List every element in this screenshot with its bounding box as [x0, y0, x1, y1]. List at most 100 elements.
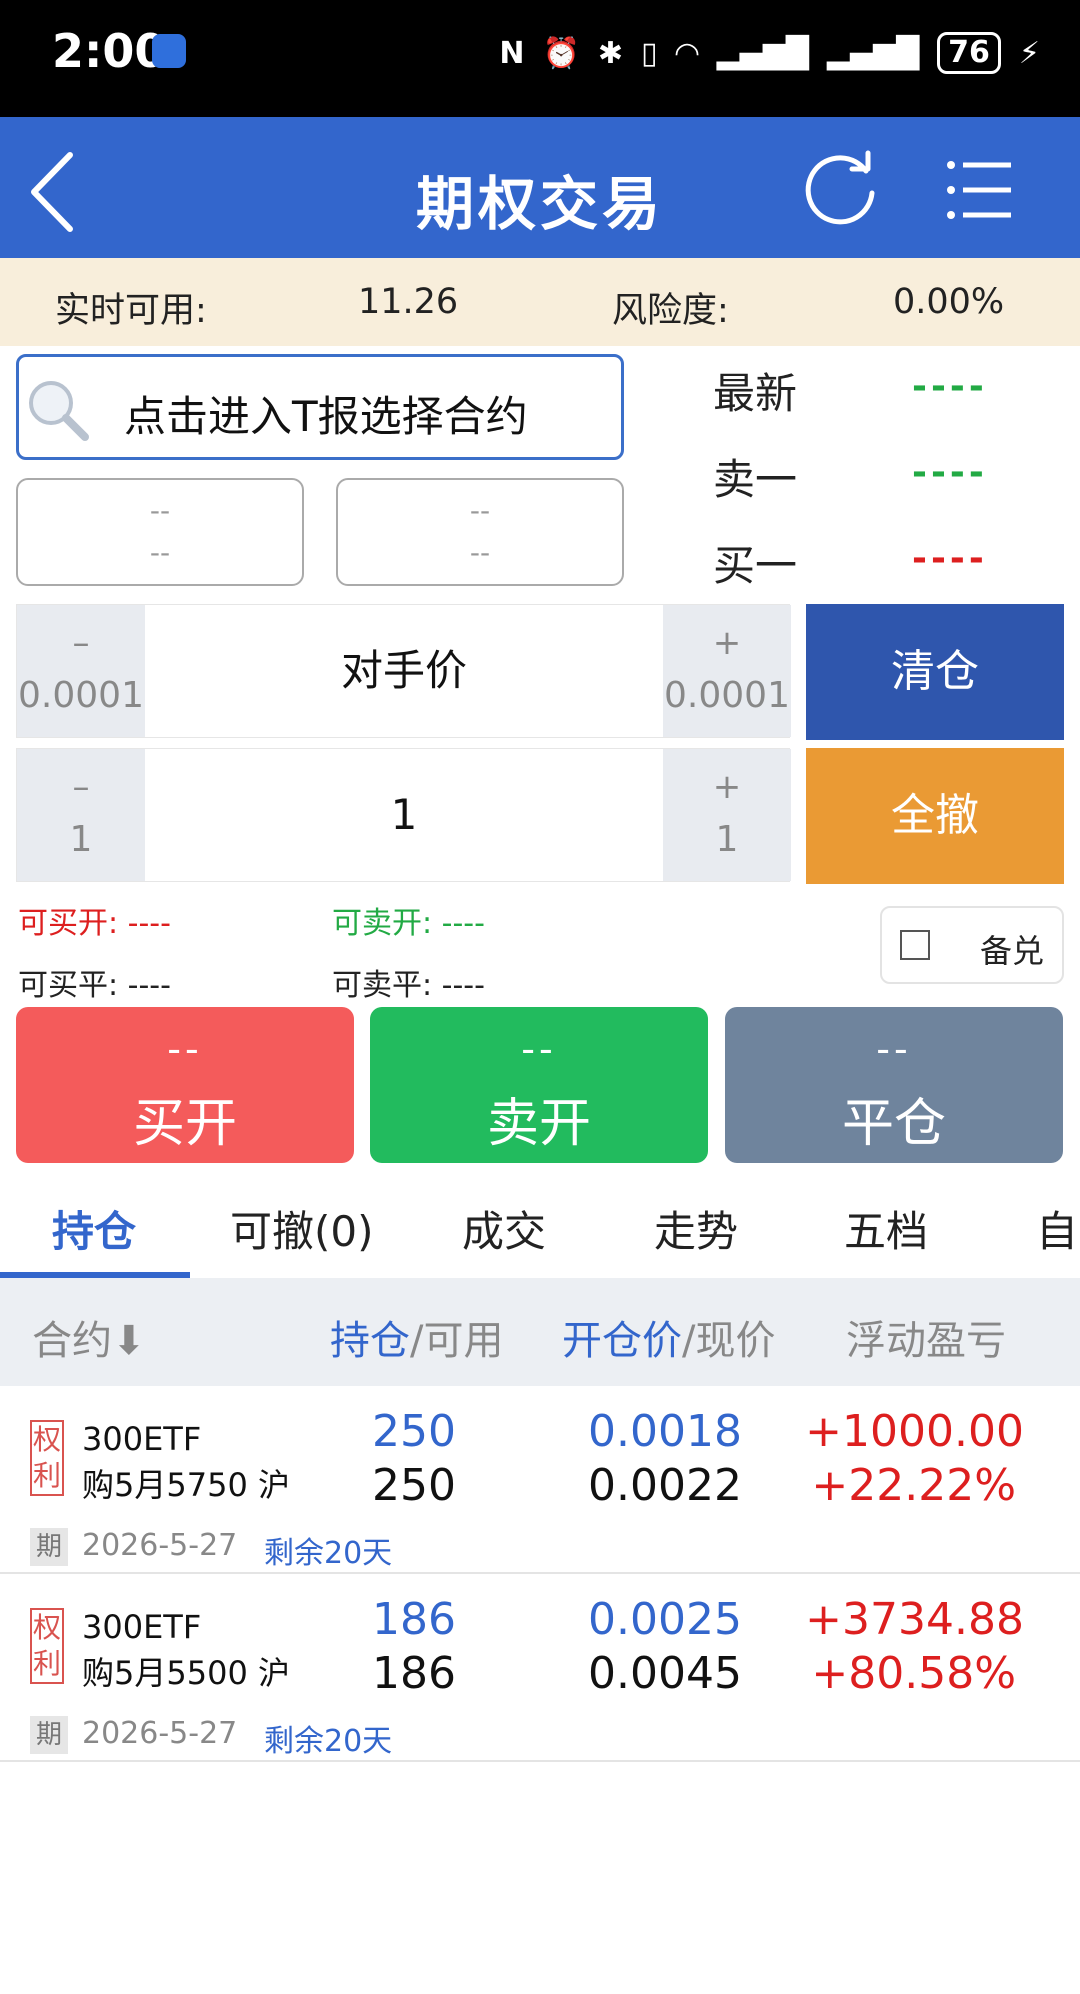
- clear-positions-button[interactable]: 清仓: [806, 604, 1064, 740]
- latest-price-value: ----: [912, 366, 988, 407]
- sort-arrow-icon: ⬇: [112, 1318, 146, 1364]
- buy-open-button[interactable]: -- 买开: [16, 1007, 354, 1163]
- search-icon: [29, 381, 89, 441]
- alarm-icon: ⏰: [542, 35, 580, 71]
- floating-pnl: +1000.00: [805, 1406, 1024, 1457]
- search-text: 点击进入T报选择合约: [124, 392, 528, 441]
- days-remaining: 剩余20天: [264, 1536, 393, 1571]
- ask1-value: ----: [912, 452, 988, 493]
- current-price: 0.0045: [588, 1648, 742, 1699]
- minus-icon: –: [72, 767, 90, 807]
- battery-indicator: 76: [937, 32, 1001, 74]
- rights-stamp-icon: 权利: [30, 1608, 64, 1684]
- floating-pnl-percent: +80.58%: [811, 1648, 1016, 1699]
- wifi-icon: ◠: [675, 35, 699, 71]
- tab-cancelable[interactable]: 可撤(0): [230, 1198, 374, 1259]
- sell-close-available: 可卖平: ----: [332, 968, 485, 1003]
- signal-icon: ▂▄▆█: [716, 35, 809, 71]
- tab-trades[interactable]: 成交: [462, 1198, 546, 1259]
- price-header-sub: /现价: [682, 1318, 776, 1364]
- app-notification-icon: [152, 34, 186, 68]
- quantity-increment-value: 1: [715, 819, 739, 860]
- quote-box-line1: --: [469, 494, 491, 527]
- open-price: 0.0018: [588, 1406, 742, 1457]
- price-decrement-button[interactable]: – 0.0001: [17, 605, 145, 737]
- close-position-price: --: [876, 1027, 912, 1071]
- quantity-increment-button[interactable]: + 1: [663, 749, 791, 881]
- pnl-column-header[interactable]: 浮动盈亏: [846, 1308, 1006, 1366]
- quote-box-right[interactable]: -- --: [336, 478, 624, 586]
- tab-five-levels[interactable]: 五档: [844, 1198, 928, 1259]
- available-quantity: 250: [372, 1460, 456, 1511]
- hold-quantity: 250: [372, 1406, 456, 1457]
- floating-pnl: +3734.88: [805, 1594, 1024, 1645]
- status-indicators: N ⏰ ✱ ▯ ◠ ▂▄▆█ ▂▄▆█ 76 ⚡: [400, 28, 1040, 78]
- minus-icon: –: [72, 623, 90, 663]
- position-header-sub: /可用: [410, 1318, 504, 1364]
- nav-bar: 期权交易: [0, 117, 1080, 258]
- plus-icon: +: [712, 767, 742, 807]
- status-bar: 2:00 N ⏰ ✱ ▯ ◠ ▂▄▆█ ▂▄▆█ 76 ⚡: [0, 0, 1080, 117]
- available-quantity: 186: [372, 1648, 456, 1699]
- quote-box-left[interactable]: -- --: [16, 478, 304, 586]
- tab-more[interactable]: 自: [1036, 1198, 1078, 1259]
- risk-label: 风险度:: [612, 291, 729, 331]
- positions-table-header: 合约⬇ 持仓/可用 开仓价/现价 浮动盈亏: [0, 1278, 1080, 1386]
- contract-search-box[interactable]: 点击进入T报选择合约: [16, 354, 624, 460]
- buy-open-available: 可买开: ----: [18, 906, 171, 941]
- bid1-label: 买一: [713, 541, 798, 590]
- menu-icon[interactable]: [945, 157, 1015, 223]
- quantity-field[interactable]: 1: [145, 749, 663, 881]
- contract-column-header[interactable]: 合约⬇: [32, 1308, 146, 1366]
- rights-stamp-icon: 权利: [30, 1420, 64, 1496]
- buy-close-available: 可买平: ----: [18, 968, 171, 1003]
- contract-underlying: 300ETF: [82, 1608, 202, 1646]
- bluetooth-icon: ✱: [597, 35, 623, 71]
- refresh-icon[interactable]: [800, 147, 884, 231]
- days-remaining: 剩余20天: [264, 1724, 393, 1759]
- tab-trend[interactable]: 走势: [654, 1198, 738, 1259]
- position-header-main: 持仓: [330, 1318, 410, 1364]
- close-position-button[interactable]: -- 平仓: [725, 1007, 1063, 1163]
- quote-box-line2: --: [149, 536, 171, 569]
- tab-positions[interactable]: 持仓: [52, 1198, 136, 1259]
- price-increment-button[interactable]: + 0.0001: [663, 605, 791, 737]
- quantity-decrement-button[interactable]: – 1: [17, 749, 145, 881]
- covered-toggle[interactable]: 备兑: [880, 906, 1064, 984]
- close-position-label: 平仓: [841, 1094, 946, 1154]
- bid1-value: ----: [912, 538, 988, 579]
- sell-open-button[interactable]: -- 卖开: [370, 1007, 708, 1163]
- sell-open-price: --: [521, 1027, 557, 1071]
- price-type-field[interactable]: 对手价: [145, 605, 663, 737]
- contract-name: 购5月5500 沪: [82, 1654, 290, 1692]
- quantity-stepper: – 1 1 + 1: [16, 748, 791, 882]
- risk-value: 0.00%: [893, 282, 1005, 322]
- position-column-header[interactable]: 持仓/可用: [330, 1308, 503, 1366]
- available-label: 实时可用:: [55, 291, 207, 331]
- buy-open-label: 买开: [132, 1094, 237, 1154]
- expiry-tag: 期: [30, 1716, 68, 1754]
- cancel-all-button[interactable]: 全撤: [806, 748, 1064, 884]
- floating-pnl-percent: +22.22%: [811, 1460, 1016, 1511]
- contract-name: 购5月5750 沪: [82, 1466, 290, 1504]
- covered-label: 备兑: [980, 932, 1045, 970]
- table-row[interactable]: 权利 300ETF 购5月5750 沪 250 250 0.0018 0.002…: [0, 1386, 1080, 1574]
- table-row[interactable]: 权利 300ETF 购5月5500 沪 186 186 0.0025 0.004…: [0, 1574, 1080, 1762]
- available-value: 11.26: [358, 282, 459, 322]
- contract-header-label: 合约: [32, 1318, 112, 1364]
- hold-quantity: 186: [372, 1594, 456, 1645]
- price-column-header[interactable]: 开仓价/现价: [562, 1308, 775, 1366]
- price-increment-value: 0.0001: [664, 675, 790, 716]
- expiry-date: 2026-5-27: [82, 1528, 238, 1563]
- quantity-decrement-value: 1: [69, 819, 93, 860]
- open-price: 0.0025: [588, 1594, 742, 1645]
- contract-underlying: 300ETF: [82, 1420, 202, 1458]
- status-time: 2:00: [52, 24, 167, 78]
- covered-checkbox[interactable]: [900, 930, 930, 960]
- latest-price-label: 最新: [713, 369, 798, 418]
- current-price: 0.0022: [588, 1460, 742, 1511]
- expiry-date: 2026-5-27: [82, 1716, 238, 1751]
- plus-icon: +: [712, 623, 742, 663]
- nfc-icon: N: [499, 35, 525, 71]
- buy-open-price: --: [167, 1027, 203, 1071]
